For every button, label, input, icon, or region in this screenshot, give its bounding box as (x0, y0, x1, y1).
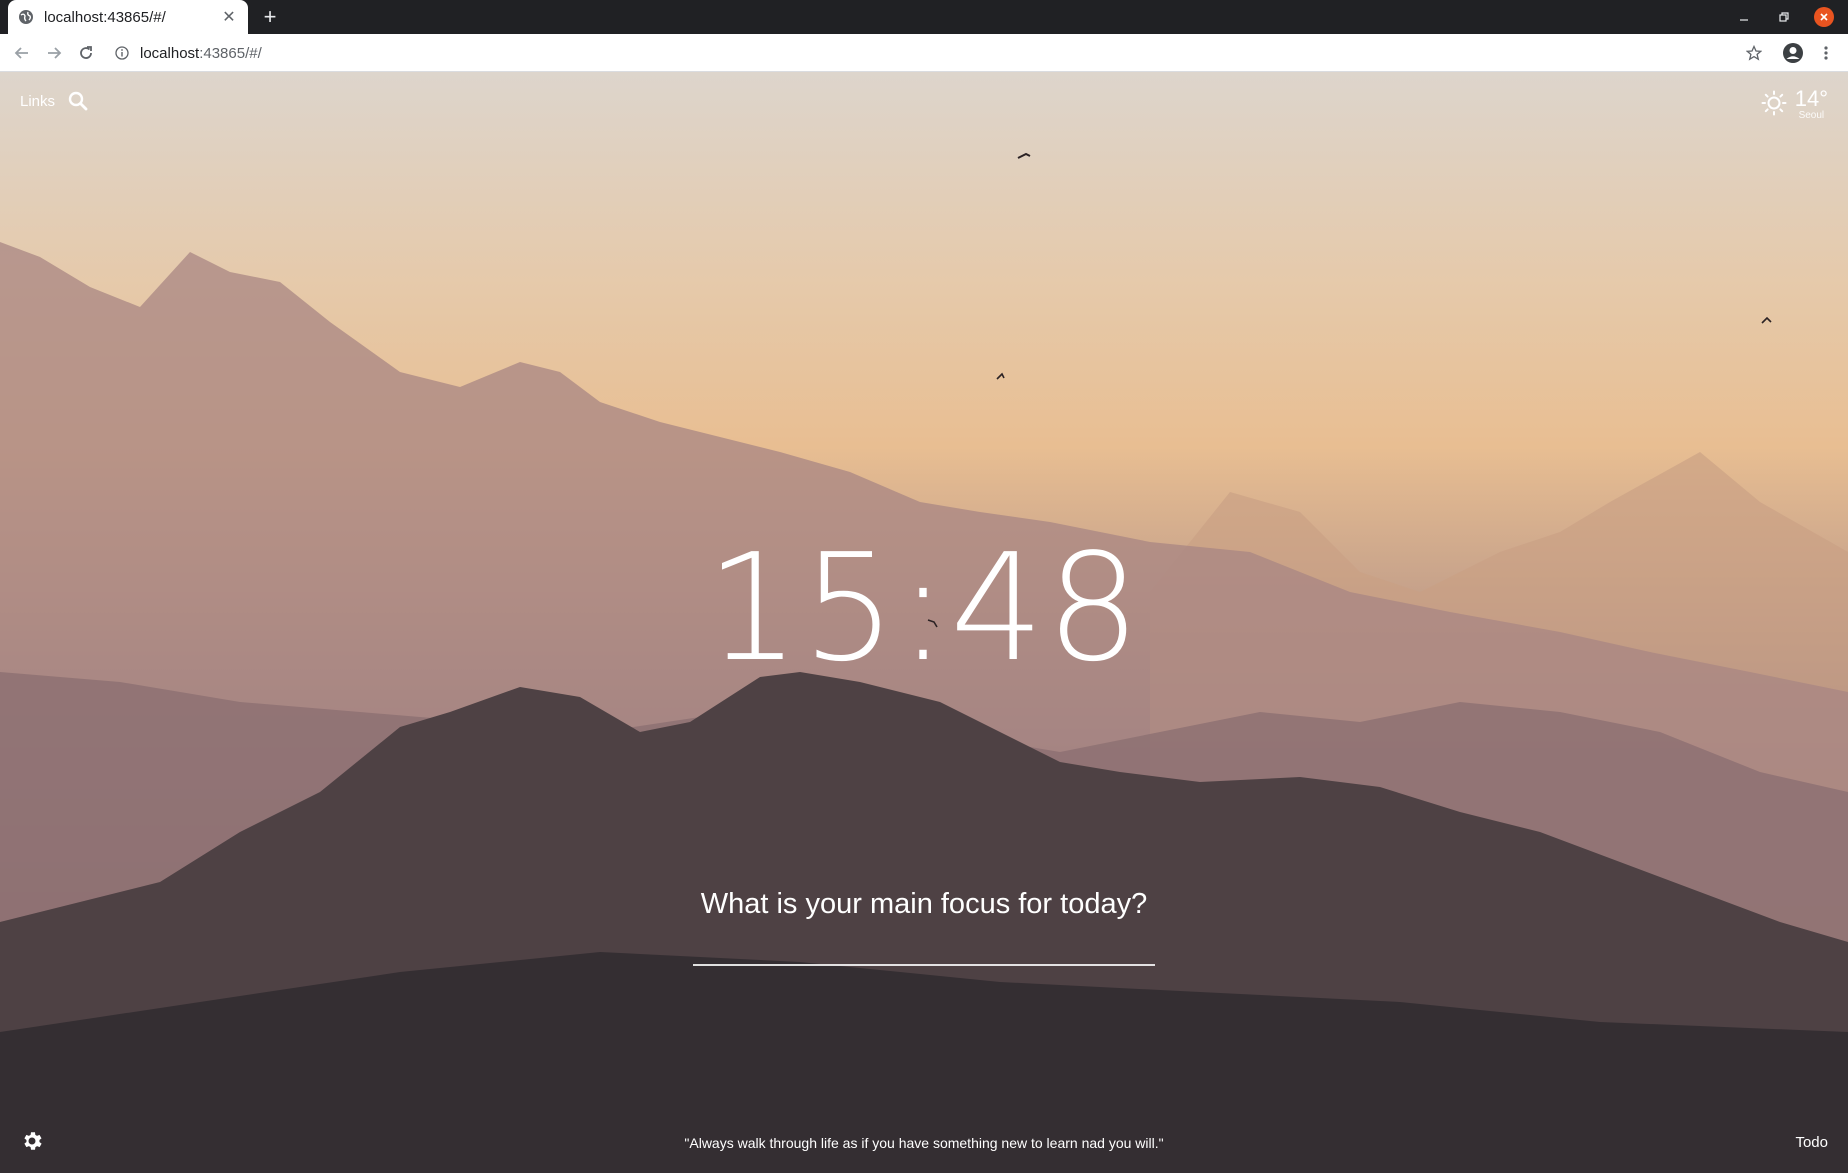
tab-close-icon[interactable]: ✕ (220, 7, 238, 27)
back-arrow-icon (14, 47, 28, 59)
menu-kebab-icon[interactable] (1814, 41, 1838, 65)
restore-button[interactable] (1764, 0, 1804, 34)
url-path: :43865/#/ (199, 44, 262, 62)
temperature: 14° (1794, 86, 1828, 111)
tab-strip: localhost:43865/#/ ✕ + (0, 0, 1848, 34)
window-controls (1724, 0, 1844, 34)
back-button[interactable] (10, 41, 34, 65)
weather-info: 14° Seoul (1795, 86, 1828, 121)
close-window-button[interactable] (1804, 0, 1844, 34)
reload-icon (80, 46, 92, 59)
url-text: localhost:43865/#/ (140, 45, 262, 62)
site-info-icon[interactable] (112, 43, 132, 63)
search-icon[interactable] (67, 90, 89, 112)
browser-toolbar: localhost:43865/#/ (0, 34, 1848, 72)
city-name: Seoul (1798, 110, 1825, 121)
browser-tab[interactable]: localhost:43865/#/ ✕ (8, 0, 248, 34)
weather-widget[interactable]: 14° Seoul (1761, 86, 1828, 121)
links-label: Links (20, 92, 56, 110)
focus-question: What is your main focus for today? (700, 888, 1148, 920)
todo-button[interactable]: Todo (1795, 1134, 1828, 1151)
minimize-button[interactable] (1724, 0, 1764, 34)
tab-title: localhost:43865/#/ (44, 8, 166, 26)
bookmark-star-icon[interactable] (1742, 41, 1766, 65)
globe-icon (18, 9, 34, 25)
forward-arrow-icon (48, 47, 62, 59)
reload-button[interactable] (74, 41, 98, 65)
url-host: localhost (140, 44, 200, 62)
links-button[interactable]: Links (20, 90, 89, 112)
new-tab-button[interactable]: + (258, 4, 282, 30)
profile-avatar-icon[interactable] (1781, 41, 1805, 65)
focus-input[interactable] (693, 922, 1155, 966)
sun-icon (1761, 90, 1787, 116)
clock: 15:48 (705, 522, 1143, 694)
address-bar[interactable]: localhost:43865/#/ (112, 37, 1772, 69)
close-icon (1814, 7, 1834, 27)
browser-window: localhost:43865/#/ ✕ + localhost:43865/#… (0, 0, 1848, 1173)
forward-button[interactable] (42, 41, 66, 65)
new-tab-page: Links 14° Seoul 15:48 What is your main … (0, 72, 1848, 1173)
daily-quote: "Always walk through life as if you have… (684, 1135, 1164, 1151)
